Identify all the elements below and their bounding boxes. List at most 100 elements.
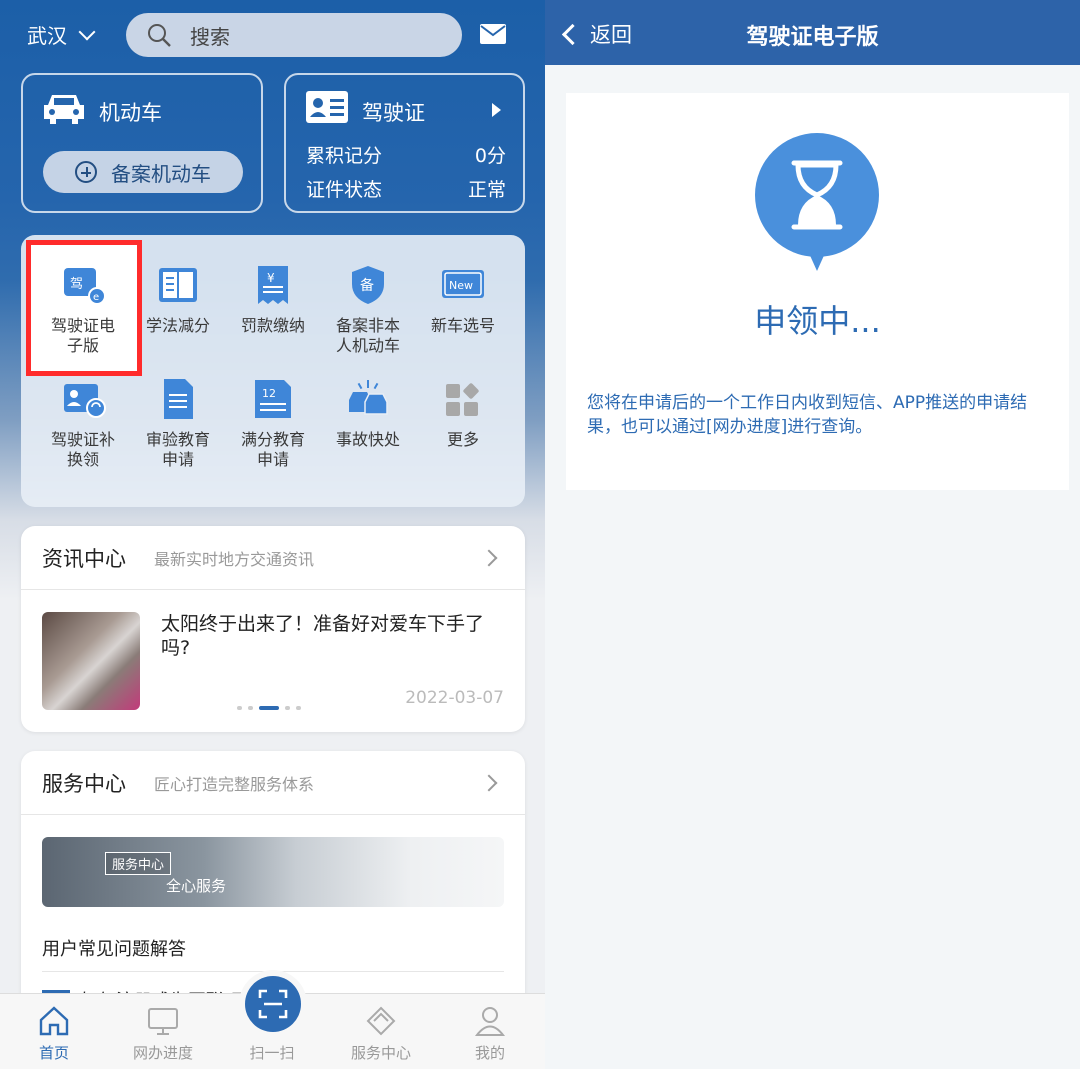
hourglass-icon — [755, 133, 879, 271]
banner-text: 全心服务 — [166, 877, 227, 895]
news-item-date: 2022-03-07 — [405, 688, 504, 708]
news-item-title[interactable]: 太阳终于出来了！准备好对爱车下手了吗? — [161, 612, 501, 660]
book-icon — [159, 268, 197, 302]
status-row: 证件状态 正常 — [306, 175, 506, 202]
new-plate-icon: New — [442, 270, 484, 298]
status-text: 申领中... — [754, 302, 881, 340]
news-title: 资讯中心 — [42, 546, 126, 571]
vehicle-card[interactable]: 机动车 备案机动车 — [21, 73, 263, 213]
service-accident[interactable]: 事故快处 — [322, 376, 414, 450]
service-full-score[interactable]: 12 满分教育 申请 — [227, 376, 319, 470]
service-label: 驾驶证电 子版 — [50, 316, 115, 355]
bottom-tab-bar: 首页 网办进度 扫一扫 服务中心 我的 — [0, 976, 545, 1069]
search-bar[interactable]: 搜索 — [126, 13, 462, 57]
tab-label: 首页 — [38, 1044, 69, 1062]
tab-profile[interactable]: 我的 — [445, 1004, 535, 1063]
document-icon — [164, 379, 193, 419]
tab-label: 扫一扫 — [249, 1044, 295, 1062]
shield-icon: 备 — [352, 266, 384, 304]
points-value: 0分 — [474, 145, 506, 167]
tab-label: 网办进度 — [132, 1044, 193, 1062]
plus-circle-icon — [75, 161, 97, 183]
service-license-swap[interactable]: 驾驶证补 换领 — [37, 376, 129, 470]
service-center-title: 服务中心 — [42, 771, 126, 796]
service-label: 备案非本 人机动车 — [335, 316, 400, 355]
news-header[interactable]: 资讯中心 最新实时地方交通资讯 — [21, 526, 525, 590]
banner-tag: 服务中心 — [105, 852, 172, 875]
svg-text:e: e — [93, 292, 99, 303]
divider — [42, 971, 504, 972]
page-title: 驾驶证电子版 — [746, 25, 879, 50]
calendar-icon: 12 — [255, 380, 291, 418]
register-vehicle-button[interactable]: 备案机动车 — [43, 151, 243, 193]
tab-label: 我的 — [474, 1044, 505, 1062]
search-placeholder: 搜索 — [190, 24, 230, 49]
tab-label: 服务中心 — [350, 1044, 411, 1062]
news-panel: 资讯中心 最新实时地方交通资讯 太阳终于出来了！准备好对爱车下手了吗? 2022… — [21, 526, 525, 732]
receipt-icon: ¥ — [258, 266, 288, 304]
license-card-title: 驾驶证 — [362, 101, 425, 125]
handshake-icon — [366, 1006, 396, 1036]
monitor-icon — [148, 1008, 178, 1035]
license-swap-icon — [64, 384, 106, 418]
service-label: 罚款缴纳 — [240, 316, 305, 335]
e-license-screen: 返回 驾驶证电子版 申领中... 您将在申请后的一个工作日内收到短信、APP推送… — [545, 0, 1080, 1069]
vehicle-card-title: 机动车 — [99, 101, 162, 125]
chevron-right-icon — [480, 549, 498, 566]
nav-bar: 返回 驾驶证电子版 — [545, 0, 1080, 65]
home-header: 武汉 搜索 — [0, 0, 545, 70]
svg-text:驾: 驾 — [70, 277, 83, 292]
service-label: 驾驶证补 换领 — [50, 430, 115, 469]
service-center-subtitle: 匠心打造完整服务体系 — [154, 774, 315, 794]
user-icon — [474, 1007, 506, 1036]
news-subtitle: 最新实时地方交通资讯 — [154, 549, 315, 569]
service-label: 满分教育 申请 — [240, 430, 305, 469]
service-label: 新车选号 — [430, 316, 495, 335]
tab-progress[interactable]: 网办进度 — [118, 1004, 208, 1063]
service-e-license[interactable]: 驾e 驾驶证电 子版 — [37, 262, 129, 356]
service-review[interactable]: 审验教育 申请 — [132, 376, 224, 470]
e-license-icon: 驾e — [64, 268, 106, 305]
register-vehicle-label: 备案机动车 — [111, 161, 211, 186]
service-label: 更多 — [446, 430, 479, 449]
svg-text:12: 12 — [262, 387, 276, 400]
arrow-right-icon — [492, 103, 501, 117]
service-center-panel: 服务中心 匠心打造完整服务体系 服务中心 全心服务 用户常见问题解答 精选 如何… — [21, 751, 525, 1011]
svg-text:备: 备 — [360, 277, 374, 294]
service-label: 审验教育 申请 — [145, 430, 210, 469]
id-card-icon — [306, 91, 348, 123]
service-center-header[interactable]: 服务中心 匠心打造完整服务体系 — [21, 751, 525, 815]
status-message: 您将在申请后的一个工作日内收到短信、APP推送的申请结果，也可以通过[网办进度]… — [587, 393, 1028, 437]
points-label: 累积记分 — [306, 145, 383, 167]
service-fine[interactable]: ¥ 罚款缴纳 — [227, 262, 319, 336]
car-icon — [44, 95, 84, 124]
service-new-plate[interactable]: New 新车选号 — [417, 262, 509, 336]
tab-service-center[interactable]: 服务中心 — [336, 1004, 426, 1063]
svg-text:New: New — [449, 279, 473, 292]
search-icon — [148, 24, 171, 47]
status-label: 证件状态 — [306, 179, 383, 201]
news-thumbnail[interactable] — [42, 612, 140, 710]
svg-text:¥: ¥ — [267, 271, 275, 285]
faq-link[interactable]: 用户常见问题解答 — [42, 935, 186, 961]
license-card[interactable]: 驾驶证 累积记分 0分 证件状态 正常 — [284, 73, 525, 213]
service-register-other[interactable]: 备 备案非本 人机动车 — [322, 262, 414, 356]
service-label: 事故快处 — [335, 430, 400, 449]
chevron-right-icon — [480, 774, 498, 791]
service-study[interactable]: 学法减分 — [132, 262, 224, 336]
carousel-dots — [237, 706, 301, 710]
tab-home[interactable]: 首页 — [9, 1004, 99, 1063]
accident-icon — [349, 380, 388, 415]
points-row: 累积记分 0分 — [306, 141, 506, 168]
chevron-down-icon — [78, 23, 96, 40]
scan-icon — [258, 989, 288, 1019]
more-icon — [446, 383, 479, 416]
status-card: 申领中... 您将在申请后的一个工作日内收到短信、APP推送的申请结果，也可以通… — [566, 93, 1069, 490]
mail-icon[interactable] — [480, 24, 506, 44]
scan-button[interactable] — [245, 976, 301, 1032]
city-selector[interactable]: 武汉 — [27, 20, 96, 49]
service-more[interactable]: 更多 — [417, 376, 509, 450]
home-icon — [39, 1006, 69, 1036]
service-banner[interactable]: 服务中心 全心服务 — [42, 837, 504, 907]
status-value: 正常 — [467, 179, 506, 201]
